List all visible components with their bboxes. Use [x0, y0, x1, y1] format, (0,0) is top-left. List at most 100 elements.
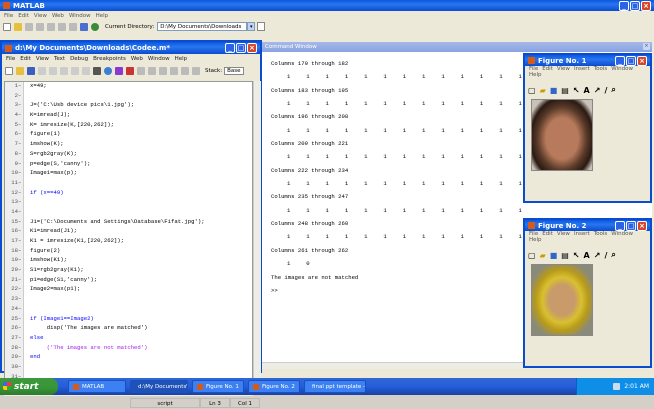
exit-debug-icon[interactable] — [192, 66, 200, 75]
open-folder-icon[interactable] — [16, 66, 24, 75]
browse-dir-button[interactable] — [257, 22, 266, 31]
continue-icon[interactable] — [181, 66, 189, 75]
command-window-close-button[interactable]: × — [643, 43, 650, 50]
new-file-icon[interactable] — [3, 22, 11, 31]
code-line[interactable]: 20– S1=rgb2gray(K1); — [5, 266, 252, 276]
code-line[interactable]: 3– J=('C:\Usb device pics\1.jpg'); — [5, 101, 252, 111]
print-icon[interactable] — [93, 66, 101, 75]
code-line[interactable]: 25– if (Image1==Image2) — [5, 315, 252, 325]
cut-icon[interactable] — [38, 66, 46, 75]
figure-2-menu-insert[interactable]: Insert — [574, 231, 590, 237]
redo-icon[interactable] — [69, 22, 77, 31]
taskbar-button[interactable]: Figure No. 1 — [192, 380, 244, 393]
copy-icon[interactable] — [36, 22, 44, 31]
code-line[interactable]: 6– figure(1) — [5, 130, 252, 140]
save-icon[interactable]: ■ — [550, 86, 558, 95]
start-button[interactable]: start — [0, 378, 58, 395]
code-line[interactable]: 14– — [5, 208, 252, 218]
stack-select[interactable]: Base — [224, 66, 244, 75]
editor-maximize-button[interactable]: □ — [236, 43, 246, 53]
code-line[interactable]: 28– ('The images are not matched') — [5, 344, 252, 354]
arrow-line-icon[interactable]: ↗ — [594, 251, 601, 260]
taskbar-button[interactable]: final ppt template - C... — [304, 380, 366, 393]
taskbar-button[interactable]: Figure No. 2 — [248, 380, 300, 393]
step-in-icon[interactable] — [159, 66, 167, 75]
paste-icon[interactable] — [60, 66, 68, 75]
figure-2-maximize-button[interactable]: □ — [626, 220, 636, 231]
new-file-icon[interactable] — [5, 66, 13, 75]
breakpoint-icon[interactable] — [126, 66, 134, 75]
line-icon[interactable]: / — [604, 251, 607, 260]
figure-1-menu-edit[interactable]: Edit — [542, 66, 553, 72]
new-figure-icon[interactable]: ▢ — [528, 86, 536, 95]
code-line[interactable]: 16– K1=imread(J1); — [5, 227, 252, 237]
figure-1-menu-tools[interactable]: Tools — [594, 66, 608, 72]
save-icon[interactable]: ■ — [550, 251, 558, 260]
open-folder-icon[interactable] — [14, 22, 22, 31]
figure-2-menu-help[interactable]: Help — [529, 237, 542, 243]
clear-breakpoints-icon[interactable] — [137, 66, 145, 75]
figure-1-menu-insert[interactable]: Insert — [574, 66, 590, 72]
figure-1-menu-view[interactable]: View — [557, 66, 570, 72]
matlab-menu-file[interactable]: File — [4, 13, 13, 19]
figure-1-menu-window[interactable]: Window — [611, 66, 633, 72]
editor-vscroll[interactable] — [253, 81, 261, 393]
undo-icon[interactable] — [58, 22, 66, 31]
code-line[interactable]: 7– imshow(K); — [5, 140, 252, 150]
code-line[interactable]: 10– Image1=max(p); — [5, 169, 252, 179]
figure-2-close-button[interactable]: × — [637, 220, 647, 231]
code-line[interactable]: 26– disp('The images are matched') — [5, 324, 252, 334]
help-icon[interactable] — [91, 22, 99, 31]
figure-1-minimize-button[interactable]: _ — [615, 55, 625, 66]
code-line[interactable]: 21– p1=edge(S1,'canny'); — [5, 276, 252, 286]
code-line[interactable]: 8– S=rgb2gray(K); — [5, 150, 252, 160]
arrow-icon[interactable]: ↖ — [573, 251, 580, 260]
figure-2-menu-tools[interactable]: Tools — [594, 231, 608, 237]
editor-menu-text[interactable]: Text — [54, 56, 65, 62]
editor-menu-file[interactable]: File — [6, 56, 15, 62]
save-icon[interactable] — [27, 66, 35, 75]
paste-icon[interactable] — [47, 22, 55, 31]
open-icon[interactable]: ▰ — [540, 251, 546, 260]
code-line[interactable]: 4– K=imread(J); — [5, 111, 252, 121]
text-icon[interactable]: A — [584, 86, 590, 95]
figure-2-minimize-button[interactable]: _ — [615, 220, 625, 231]
code-line[interactable]: 19– imshow(K1); — [5, 256, 252, 266]
minimize-button[interactable]: _ — [619, 0, 629, 11]
figure-1-menu-help[interactable]: Help — [529, 72, 542, 78]
find-icon[interactable] — [104, 66, 112, 75]
code-line[interactable]: 11– — [5, 179, 252, 189]
step-out-icon[interactable] — [170, 66, 178, 75]
current-dir-input[interactable]: D:\My Documents\Downloads — [157, 22, 248, 31]
editor-menu-view[interactable]: View — [36, 56, 49, 62]
new-figure-icon[interactable]: ▢ — [528, 251, 536, 260]
editor-menu-breakpoints[interactable]: Breakpoints — [93, 56, 126, 62]
taskbar-button[interactable]: MATLAB — [68, 380, 126, 393]
code-line[interactable]: 29– end — [5, 353, 252, 363]
editor-menu-debug[interactable]: Debug — [70, 56, 88, 62]
step-icon[interactable] — [148, 66, 156, 75]
cut-icon[interactable] — [25, 22, 33, 31]
maximize-button[interactable]: □ — [630, 0, 640, 11]
matlab-menu-web[interactable]: Web — [52, 13, 64, 19]
code-line[interactable]: 23– — [5, 295, 252, 305]
editor-close-button[interactable]: × — [247, 43, 257, 53]
code-line[interactable]: 17– K1 = imresize(K1,[220,262]); — [5, 237, 252, 247]
code-line[interactable]: 9– p=edge(S,'canny'); — [5, 160, 252, 170]
figure-2-menu-view[interactable]: View — [557, 231, 570, 237]
figure-2-menu-window[interactable]: Window — [611, 231, 633, 237]
matlab-menu-view[interactable]: View — [34, 13, 47, 19]
code-line[interactable]: 24– — [5, 305, 252, 315]
code-line[interactable]: 2– — [5, 92, 252, 102]
simulink-icon[interactable] — [80, 22, 88, 31]
figure-2-menu-edit[interactable]: Edit — [542, 231, 553, 237]
function-icon[interactable] — [115, 66, 123, 75]
code-line[interactable]: 13– — [5, 198, 252, 208]
line-icon[interactable]: / — [604, 86, 607, 95]
code-line[interactable]: 27– else — [5, 334, 252, 344]
text-icon[interactable]: A — [584, 251, 590, 260]
network-icon[interactable] — [613, 383, 621, 390]
code-area[interactable]: 1– x=49; 2–3– J=('C:\Usb device pics\1.jpg'… — [4, 81, 253, 393]
editor-menu-web[interactable]: Web — [131, 56, 143, 62]
arrow-icon[interactable]: ↖ — [573, 86, 580, 95]
